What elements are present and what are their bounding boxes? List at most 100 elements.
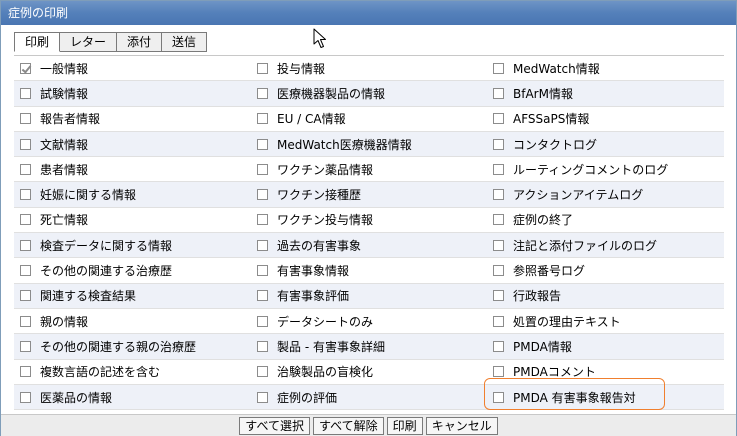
- option-checkbox[interactable]: [20, 87, 31, 99]
- option-checkbox[interactable]: [257, 340, 268, 352]
- print-option[interactable]: ワクチン投与情報: [251, 208, 487, 232]
- option-checkbox[interactable]: [493, 113, 504, 125]
- print-option[interactable]: 関連する検査結果: [14, 284, 251, 308]
- print-option[interactable]: 症例の評価: [251, 385, 487, 409]
- print-option[interactable]: その他の関連する親の治療歴: [14, 334, 251, 358]
- print-option[interactable]: 報告者情報: [14, 107, 251, 131]
- print-option[interactable]: 有害事象情報: [251, 258, 487, 282]
- option-checkbox[interactable]: [257, 214, 268, 226]
- print-option[interactable]: 検査データに関する情報: [14, 233, 251, 257]
- print-option[interactable]: 医薬品の情報: [14, 385, 251, 409]
- option-label: BfArM情報: [513, 86, 573, 101]
- cancel-button[interactable]: キャンセル: [425, 416, 498, 435]
- print-option[interactable]: 複数言語の記述を含む: [14, 360, 251, 384]
- tab-send[interactable]: 送信: [162, 32, 208, 52]
- select-all-button[interactable]: すべて選択: [239, 416, 310, 435]
- print-option[interactable]: 一般情報: [14, 56, 251, 80]
- print-case-dialog: 症例の印刷 印刷 レター 添付 送信 一般情報 投与情報 MedWatch情報 試験情…: [0, 0, 737, 436]
- print-option[interactable]: 行政報告: [487, 284, 724, 308]
- print-option[interactable]: BfArM情報: [487, 81, 724, 105]
- option-checkbox[interactable]: [20, 163, 31, 175]
- print-option[interactable]: 試験情報: [14, 81, 251, 105]
- option-row: 死亡情報 ワクチン投与情報 症例の終了: [14, 207, 724, 234]
- print-option[interactable]: 投与情報: [251, 56, 487, 80]
- option-checkbox[interactable]: [493, 163, 504, 175]
- tab-print[interactable]: 印刷: [14, 32, 61, 52]
- mouse-pointer-icon: [313, 28, 326, 48]
- option-checkbox[interactable]: [257, 189, 268, 201]
- print-option[interactable]: 処置の理由テキスト: [487, 309, 724, 333]
- option-checkbox[interactable]: [257, 87, 268, 99]
- option-checkbox[interactable]: [20, 138, 31, 150]
- option-checkbox[interactable]: [493, 265, 504, 277]
- print-option[interactable]: ワクチン接種歴: [251, 182, 487, 206]
- option-checkbox[interactable]: [257, 315, 268, 327]
- option-checkbox[interactable]: [493, 62, 504, 74]
- option-label: 報告者情報: [40, 112, 101, 127]
- option-checkbox[interactable]: [257, 290, 268, 302]
- print-option[interactable]: MedWatch情報: [487, 56, 724, 80]
- option-checkbox[interactable]: [493, 391, 504, 403]
- option-checkbox[interactable]: [20, 214, 31, 226]
- print-option[interactable]: PMDAコメント: [487, 360, 724, 384]
- option-checkbox[interactable]: [257, 163, 268, 175]
- option-checkbox[interactable]: [493, 290, 504, 302]
- option-checkbox[interactable]: [493, 340, 504, 352]
- option-checkbox[interactable]: [20, 113, 31, 125]
- print-button[interactable]: 印刷: [386, 416, 423, 435]
- print-option[interactable]: 参照番号ログ: [487, 258, 724, 282]
- option-checkbox[interactable]: [20, 62, 31, 74]
- option-checkbox[interactable]: [493, 189, 504, 201]
- option-row: 報告者情報 EU / CA情報 AFSSaPS情報: [14, 106, 724, 132]
- print-option[interactable]: データシートのみ: [251, 309, 487, 333]
- print-option[interactable]: 死亡情報: [14, 208, 251, 232]
- print-option[interactable]: 文献情報: [14, 132, 251, 156]
- option-checkbox[interactable]: [20, 265, 31, 277]
- option-checkbox[interactable]: [20, 315, 31, 327]
- option-checkbox[interactable]: [20, 290, 31, 302]
- print-option[interactable]: アクションアイテムログ: [487, 182, 724, 206]
- print-option[interactable]: EU / CA情報: [251, 107, 487, 131]
- option-checkbox[interactable]: [257, 113, 268, 125]
- print-option[interactable]: 症例の終了: [487, 208, 724, 232]
- tab-attachments[interactable]: 添付: [117, 32, 163, 52]
- print-option[interactable]: MedWatch医療機器情報: [251, 132, 487, 156]
- option-checkbox[interactable]: [20, 391, 31, 403]
- option-checkbox[interactable]: [257, 366, 268, 378]
- clear-all-button[interactable]: すべて解除: [312, 416, 384, 435]
- option-checkbox[interactable]: [493, 366, 504, 378]
- print-option[interactable]: 治験製品の盲検化: [251, 360, 487, 384]
- option-checkbox[interactable]: [493, 87, 504, 99]
- option-checkbox[interactable]: [493, 315, 504, 327]
- print-option[interactable]: PMDA 有害事象報告対: [487, 385, 724, 409]
- print-option[interactable]: 注記と添付ファイルのログ: [487, 233, 724, 257]
- print-option[interactable]: 過去の有害事象: [251, 233, 487, 257]
- option-label: PMDA情報: [513, 339, 572, 354]
- print-option[interactable]: PMDA情報: [487, 334, 724, 358]
- print-option[interactable]: 有害事象評価: [251, 284, 487, 308]
- print-option[interactable]: AFSSaPS情報: [487, 107, 724, 131]
- option-checkbox[interactable]: [257, 239, 268, 251]
- tab-letter[interactable]: レター: [60, 32, 118, 52]
- option-checkbox[interactable]: [493, 239, 504, 251]
- print-option[interactable]: 医療機器製品の情報: [251, 81, 487, 105]
- print-option[interactable]: ワクチン薬品情報: [251, 157, 487, 181]
- option-checkbox[interactable]: [493, 138, 504, 150]
- print-option[interactable]: 製品 - 有害事象詳細: [251, 334, 487, 358]
- option-checkbox[interactable]: [257, 391, 268, 403]
- option-checkbox[interactable]: [257, 62, 268, 74]
- print-option[interactable]: 妊娠に関する情報: [14, 182, 251, 206]
- option-checkbox[interactable]: [20, 366, 31, 378]
- print-option[interactable]: 親の情報: [14, 309, 251, 333]
- print-option[interactable]: 患者情報: [14, 157, 251, 181]
- option-checkbox[interactable]: [20, 189, 31, 201]
- option-label: MedWatch医療機器情報: [277, 137, 412, 152]
- option-checkbox[interactable]: [20, 340, 31, 352]
- print-option[interactable]: コンタクトログ: [487, 132, 724, 156]
- print-option[interactable]: ルーティングコメントのログ: [487, 157, 724, 181]
- print-option[interactable]: その他の関連する治療歴: [14, 258, 251, 282]
- option-checkbox[interactable]: [20, 239, 31, 251]
- option-checkbox[interactable]: [493, 214, 504, 226]
- option-checkbox[interactable]: [257, 265, 268, 277]
- option-checkbox[interactable]: [257, 138, 268, 150]
